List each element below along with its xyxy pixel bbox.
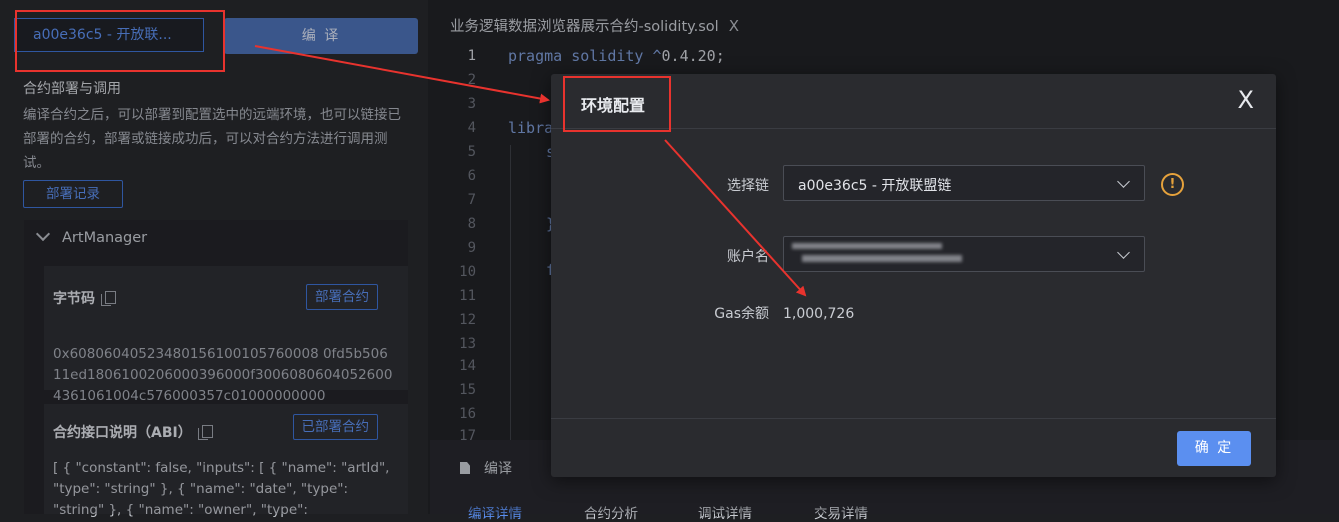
- dialog-header: 环境配置 X: [551, 74, 1276, 129]
- warning-icon[interactable]: !: [1161, 173, 1184, 196]
- chevron-down-icon: [1117, 175, 1130, 188]
- dialog-footer-divider: [551, 418, 1276, 419]
- chevron-down-icon: [1117, 246, 1130, 259]
- chain-dropdown-value: a00e36c5 - 开放联盟链: [798, 178, 952, 194]
- gas-label: Gas余额: [714, 306, 769, 322]
- confirm-button[interactable]: 确 定: [1177, 431, 1251, 466]
- dialog-title: 环境配置: [581, 96, 646, 115]
- environment-config-dialog: 环境配置 X 选择链 a00e36c5 - 开放联盟链 ! 账户名 Gas余额 …: [551, 74, 1276, 477]
- redacted-account-value: [792, 241, 962, 267]
- account-dropdown[interactable]: [783, 236, 1145, 272]
- chain-dropdown[interactable]: a00e36c5 - 开放联盟链: [783, 165, 1145, 201]
- chain-label: 选择链: [727, 178, 769, 194]
- close-icon[interactable]: X: [1238, 88, 1254, 112]
- account-label: 账户名: [727, 249, 769, 265]
- gas-value: 1,000,726: [783, 306, 855, 322]
